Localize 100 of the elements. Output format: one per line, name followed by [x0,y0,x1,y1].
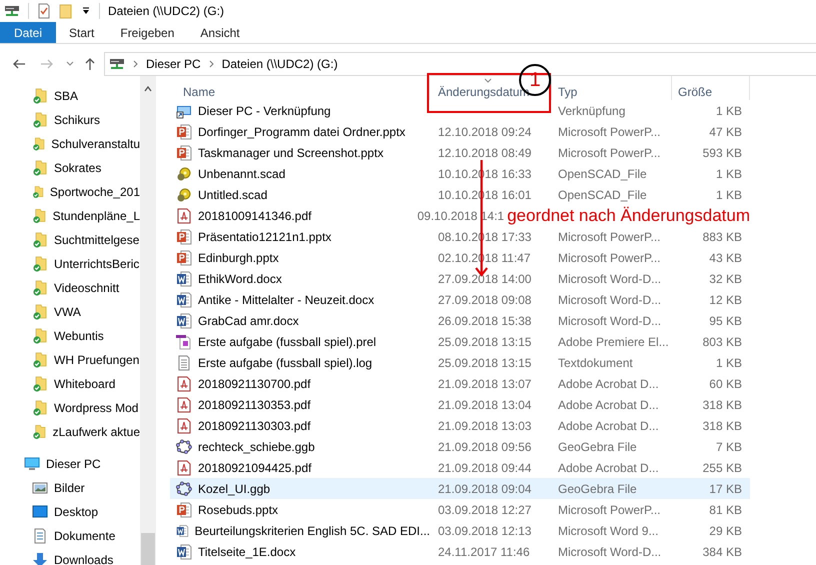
sidebar-item[interactable]: Sokrates [0,156,140,180]
file-row[interactable]: Dorfinger_Programm datei Ordner.pptx 12.10.2018 09:24 Microsoft PowerP... 47 KB [170,121,750,142]
file-size: 384 KB [702,544,742,560]
file-row[interactable]: Titelseite_1E.docx 24.11.2017 11:46 Microsoft Word-D... 384 KB [170,541,750,562]
file-name: Dorfinger_Programm datei Ordner.pptx [198,124,406,140]
file-row[interactable]: 20180921094425.pdf 21.09.2018 09:44 Adobe Acrobat D... 255 KB [170,457,750,478]
breadcrumb-item[interactable]: Dateien (\\UDC2) (G:) [222,55,338,73]
word-file-icon [176,522,189,538]
sidebar-item[interactable]: Videoschnitt [0,276,140,300]
file-name: Rosebuds.pptx [198,502,278,518]
ribbon-tab[interactable]: Freigeben [107,22,188,43]
file-type: Microsoft PowerP... [557,502,662,518]
file-row[interactable]: Dieser PC - Verknüpfung Verknüpfung 1 KB [170,100,750,121]
sidebar-item[interactable]: SBA [0,84,140,108]
file-size: 7 KB [714,438,742,456]
sidebar-item[interactable]: Whiteboard [0,372,140,396]
geogebra-file-icon [176,438,192,454]
sidebar-item[interactable]: Bilder [0,476,140,500]
sidebar-item[interactable]: Desktop [0,500,140,524]
sidebar-item[interactable]: Schikurs [0,108,140,132]
file-row[interactable]: Taskmanager und Screenshot.pptx 12.10.2018 08:49 Microsoft PowerP... 593 KB [170,142,750,163]
sidebar-item[interactable]: zLaufwerk aktue [0,420,140,444]
file-type: Microsoft PowerP... [557,228,662,246]
properties-icon[interactable] [37,3,51,19]
back-arrow-icon[interactable] [12,58,26,70]
sidebar-item[interactable]: Sportwoche_201 [0,180,140,204]
synced-folder-icon [32,184,46,200]
modified-date: 12.10.2018 08:49 [437,144,532,162]
sidebar-item[interactable]: WH Pruefungen [0,348,140,372]
modified-date: 25.09.2018 13:15 [437,354,532,372]
sidebar-item[interactable]: Webuntis [0,324,140,348]
file-row[interactable]: GrabCad amr.docx 26.09.2018 15:38 Microsoft Word-D... 95 KB [170,310,750,331]
file-row[interactable]: 20181009141346.pdf 09.10.2018 14:1 geordnet nach Änderungsdatum [170,205,750,226]
file-type: Microsoft Word 9... [557,522,660,540]
breadcrumb-item[interactable]: Dieser PC [146,55,201,73]
dropdown-arrow-icon[interactable] [81,6,91,16]
scrollbar-thumb[interactable] [141,533,155,565]
sidebar-item[interactable]: Downloads [0,548,140,565]
chevron-down-icon[interactable] [66,61,74,67]
file-row[interactable]: Rosebuds.pptx 03.09.2018 12:27 Microsoft PowerP... 81 KB [170,499,750,520]
file-size: 47 KB [708,124,742,140]
pictures-icon [32,480,48,496]
file-name: 20181009141346.pdf [198,208,312,224]
network-drive-icon [4,4,20,18]
modified-date: 26.09.2018 15:38 [437,312,532,330]
file-size: 883 KB [702,228,742,246]
file-type: GeoGebra File [557,480,638,498]
file-name: EthikWord.docx [198,270,282,288]
file-row[interactable]: 20180921130353.pdf 21.09.2018 13:04 Adobe Acrobat D... 318 KB [170,394,750,415]
sidebar-item[interactable]: Schulveranstaltu [0,132,140,156]
pdf-file-icon [176,376,192,392]
file-size: 1 KB [714,186,742,204]
up-arrow-icon[interactable] [84,57,96,71]
word-file-icon [176,312,192,328]
file-type: Microsoft Word-D... [557,270,662,288]
sidebar-item[interactable]: Dieser PC [0,452,140,476]
file-name: Präsentatio12121n1.pptx [198,228,332,246]
chevron-right-icon [208,60,214,68]
word-file-icon [176,544,192,560]
ribbon-tab[interactable]: Datei [0,22,56,43]
file-row[interactable]: 20180921130303.pdf 21.09.2018 13:03 Adobe Acrobat D... 318 KB [170,415,750,436]
file-row[interactable]: Beurteilungskriterien English 5C. SAD EDI... 03.09.2018 12:13 Microsoft Word 9... 29 KB [170,520,750,541]
document-icon [32,528,48,544]
column-header[interactable]: Name [170,76,430,100]
sidebar-item[interactable]: Suchtmittelgese [0,228,140,252]
file-row[interactable]: Antike - Mittelalter - Neuzeit.docx 27.09.2018 09:08 Microsoft Word-D... 12 KB [170,289,750,310]
file-row[interactable]: Kozel_UI.ggb 21.09.2018 09:04 GeoGebra File 17 KB [170,478,750,499]
scrollbar[interactable] [140,76,156,565]
file-row[interactable]: rechteck_schiebe.ggb 21.09.2018 09:56 GeoGebra File 7 KB [170,436,750,457]
modified-date: 03.09.2018 12:13 [437,522,532,540]
column-header[interactable]: Größe [672,76,750,100]
file-row[interactable]: EthikWord.docx 27.09.2018 14:00 Microsoft Word-D... 32 KB [170,268,750,289]
file-size: 318 KB [702,418,742,434]
file-size: 43 KB [708,250,742,266]
desktop-icon [32,504,48,520]
sidebar-item[interactable]: Stundenpläne_L [0,204,140,228]
file-type: Microsoft Word-D... [557,544,662,560]
powerpoint-file-icon [176,228,192,244]
file-row[interactable]: Erste aufgabe (fussball spiel).log 25.09.2018 13:15 Textdokument 1 KB [170,352,750,373]
sidebar-item[interactable]: VWA [0,300,140,324]
file-size: 593 KB [702,144,742,162]
sort-caret-icon [484,78,492,83]
file-name: Erste aufgabe (fussball spiel).prel [198,334,376,350]
scroll-up-icon[interactable] [144,86,152,92]
file-type: Microsoft PowerP... [557,250,662,266]
sidebar-item[interactable]: Wordpress Mod [0,396,140,420]
pdf-file-icon [176,460,192,476]
file-type: Microsoft PowerP... [557,124,662,140]
ribbon-tab[interactable]: Ansicht [187,22,253,43]
file-size: 81 KB [708,502,742,518]
word-file-icon [176,270,192,286]
file-type: Textdokument [557,354,634,372]
modified-date: 21.09.2018 09:56 [437,438,532,456]
modified-date: 09.10.2018 14:1 [416,208,504,224]
sidebar-item[interactable]: Dokumente [0,524,140,548]
ribbon-tab[interactable]: Start [56,22,108,43]
file-row[interactable]: Erste aufgabe (fussball spiel).prel 25.09.2018 13:15 Adobe Premiere El... 803 KB [170,331,750,352]
sidebar-item[interactable]: UnterrichtsBeric [0,252,140,276]
file-row[interactable]: 20180921130700.pdf 21.09.2018 13:07 Adobe Acrobat D... 60 KB [170,373,750,394]
column-header[interactable]: Typ [552,76,672,100]
